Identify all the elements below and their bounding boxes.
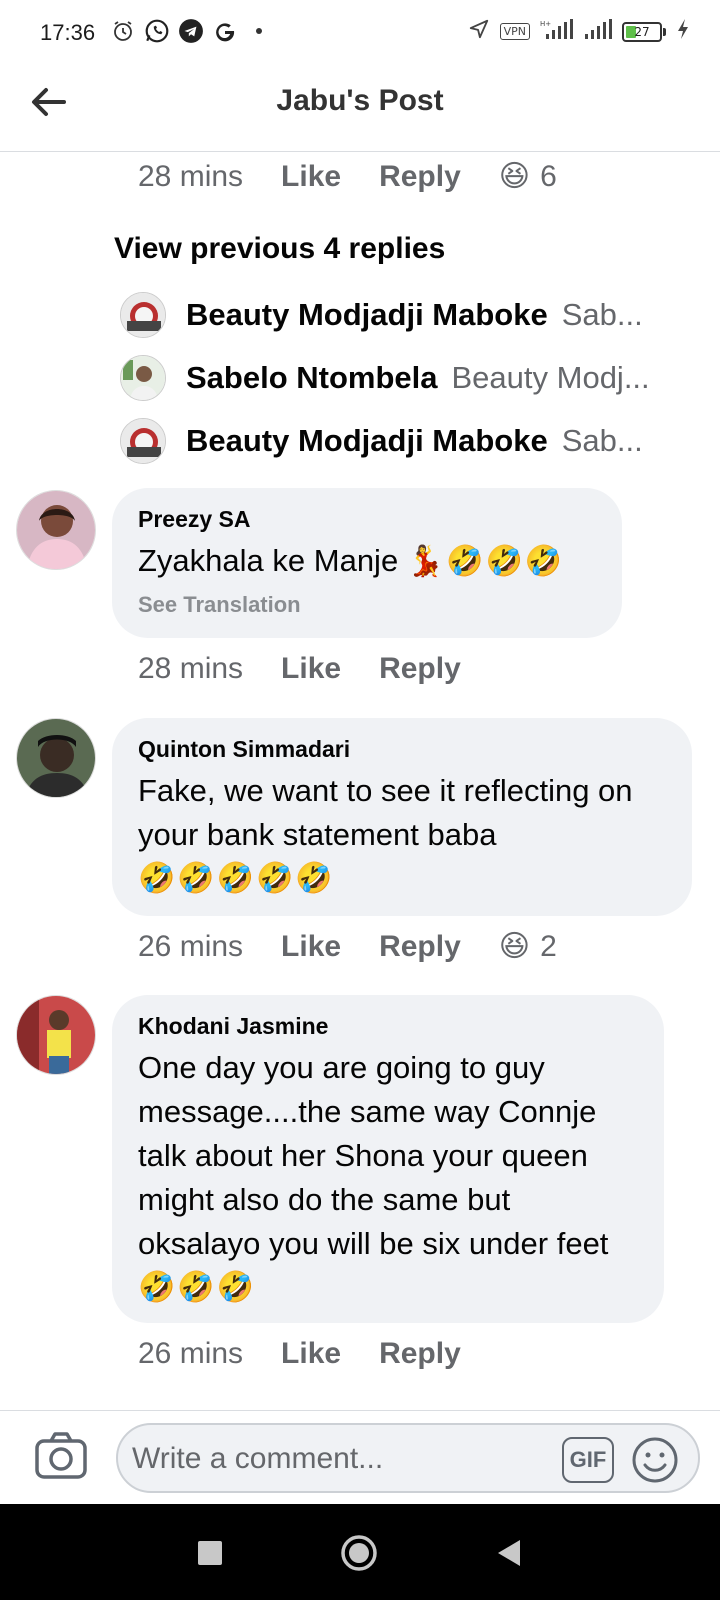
- avatar: [120, 418, 166, 464]
- haha-reaction-icon: 😆: [498, 930, 531, 963]
- like-button[interactable]: Like: [281, 160, 341, 194]
- comment-body: Zyakhala ke Manje: [138, 543, 399, 578]
- camera-icon: [35, 1432, 87, 1479]
- recents-square-icon[interactable]: [198, 1541, 222, 1565]
- emoji-button[interactable]: [630, 1435, 680, 1485]
- comment-bubble[interactable]: Khodani Jasmine One day you are going to…: [112, 995, 664, 1323]
- reply-author-name: Sabelo Ntombela: [186, 360, 438, 395]
- alarm-icon: [110, 18, 136, 44]
- comment-input-box[interactable]: GIF: [116, 1423, 700, 1493]
- comment-emojis: 🤣🤣🤣🤣🤣: [138, 862, 335, 895]
- gif-button[interactable]: GIF: [562, 1437, 614, 1483]
- comment-body: One day you are going to guy message....…: [138, 1050, 609, 1261]
- comment-time: 28 mins: [138, 652, 244, 685]
- smiley-icon: [632, 1437, 678, 1483]
- comments-feed[interactable]: 28 mins Like Reply 😆 6 View previous 4 r…: [0, 152, 720, 1410]
- comment-composer: GIF: [0, 1410, 720, 1504]
- back-triangle-icon[interactable]: [496, 1538, 522, 1568]
- reply-author-name: Beauty Modjadji Maboke: [186, 423, 548, 458]
- comment-author-name[interactable]: Khodani Jasmine: [138, 1013, 638, 1040]
- comment-author-name[interactable]: Quinton Simmadari: [138, 736, 666, 763]
- reply-snippet: Beauty Modj...: [451, 360, 650, 395]
- reaction-count: 2: [540, 930, 557, 963]
- reaction-summary[interactable]: 😆 6: [499, 160, 557, 194]
- comment-body: Fake, we want to see it reflecting on yo…: [138, 773, 633, 852]
- location-arrow-icon: [468, 18, 490, 45]
- view-previous-replies-link[interactable]: View previous 4 replies: [114, 232, 445, 266]
- dot-icon: [246, 18, 272, 44]
- comment-emojis: 💃🤣🤣🤣: [406, 545, 565, 578]
- svg-text:H+: H+: [540, 20, 551, 28]
- reply-author-name: Beauty Modjadji Maboke: [186, 297, 548, 332]
- reply-button[interactable]: Reply: [379, 1337, 461, 1371]
- camera-button[interactable]: [34, 1431, 88, 1481]
- like-button[interactable]: Like: [281, 652, 341, 686]
- avatar[interactable]: [16, 995, 96, 1075]
- system-icons: VPN H+ 27: [468, 18, 690, 45]
- home-circle-icon[interactable]: [340, 1534, 378, 1572]
- telegram-icon: [178, 18, 204, 44]
- comment-emojis: 🤣🤣🤣: [138, 1271, 257, 1304]
- reply-button[interactable]: Reply: [379, 930, 461, 964]
- status-bar: 17:36 VPN H+ 27: [0, 0, 720, 62]
- whatsapp-icon: [144, 18, 170, 44]
- comment-input[interactable]: [132, 1439, 542, 1479]
- reply-snippet: Sab...: [561, 297, 643, 332]
- comment-meta-row: 28 mins Like Reply: [138, 652, 499, 686]
- comment-meta-row: 26 mins Like Reply: [138, 1337, 499, 1371]
- vpn-badge: VPN: [499, 23, 530, 40]
- page-title: Jabu's Post: [276, 84, 444, 117]
- comment-time: 26 mins: [138, 1337, 244, 1370]
- comment-meta-row: 28 mins Like Reply 😆 6: [138, 160, 557, 194]
- like-button[interactable]: Like: [281, 930, 341, 964]
- post-header: Jabu's Post: [0, 62, 720, 152]
- comment-bubble[interactable]: Preezy SA Zyakhala ke Manje 💃🤣🤣🤣 See Tra…: [112, 488, 622, 638]
- reply-button[interactable]: Reply: [379, 652, 461, 686]
- reply-preview[interactable]: Beauty Modjadji Maboke Sab...: [120, 418, 680, 464]
- like-button[interactable]: Like: [281, 1337, 341, 1371]
- reply-preview[interactable]: Beauty Modjadji Maboke Sab...: [120, 292, 680, 338]
- system-nav-bar: [0, 1504, 720, 1600]
- avatar: [120, 355, 166, 401]
- comment-bubble[interactable]: Quinton Simmadari Fake, we want to see i…: [112, 718, 692, 916]
- avatar[interactable]: [16, 718, 96, 798]
- battery-level: 27: [634, 24, 650, 39]
- notification-icons: [110, 18, 272, 44]
- avatar: [120, 292, 166, 338]
- see-translation-link[interactable]: See Translation: [138, 592, 596, 618]
- reaction-summary[interactable]: 😆 2: [499, 930, 557, 964]
- haha-reaction-icon: 😆: [498, 160, 531, 193]
- battery-indicator: 27: [622, 21, 666, 42]
- google-icon: [212, 18, 238, 44]
- comment-time: 26 mins: [138, 930, 244, 963]
- comment-time: 28 mins: [138, 160, 244, 193]
- signal-icon-2: [584, 18, 612, 45]
- status-time: 17:36: [40, 20, 96, 45]
- reaction-count: 6: [540, 160, 557, 193]
- comment-author-name[interactable]: Preezy SA: [138, 506, 596, 533]
- reply-button[interactable]: Reply: [379, 160, 461, 194]
- comment-text: Zyakhala ke Manje 💃🤣🤣🤣: [138, 539, 596, 584]
- signal-icon-1: H+: [540, 18, 574, 45]
- charging-bolt-icon: [676, 18, 690, 45]
- avatar[interactable]: [16, 490, 96, 570]
- comment-meta-row: 26 mins Like Reply 😆 2: [138, 930, 557, 964]
- reply-preview[interactable]: Sabelo Ntombela Beauty Modj...: [120, 355, 680, 401]
- reply-snippet: Sab...: [561, 423, 643, 458]
